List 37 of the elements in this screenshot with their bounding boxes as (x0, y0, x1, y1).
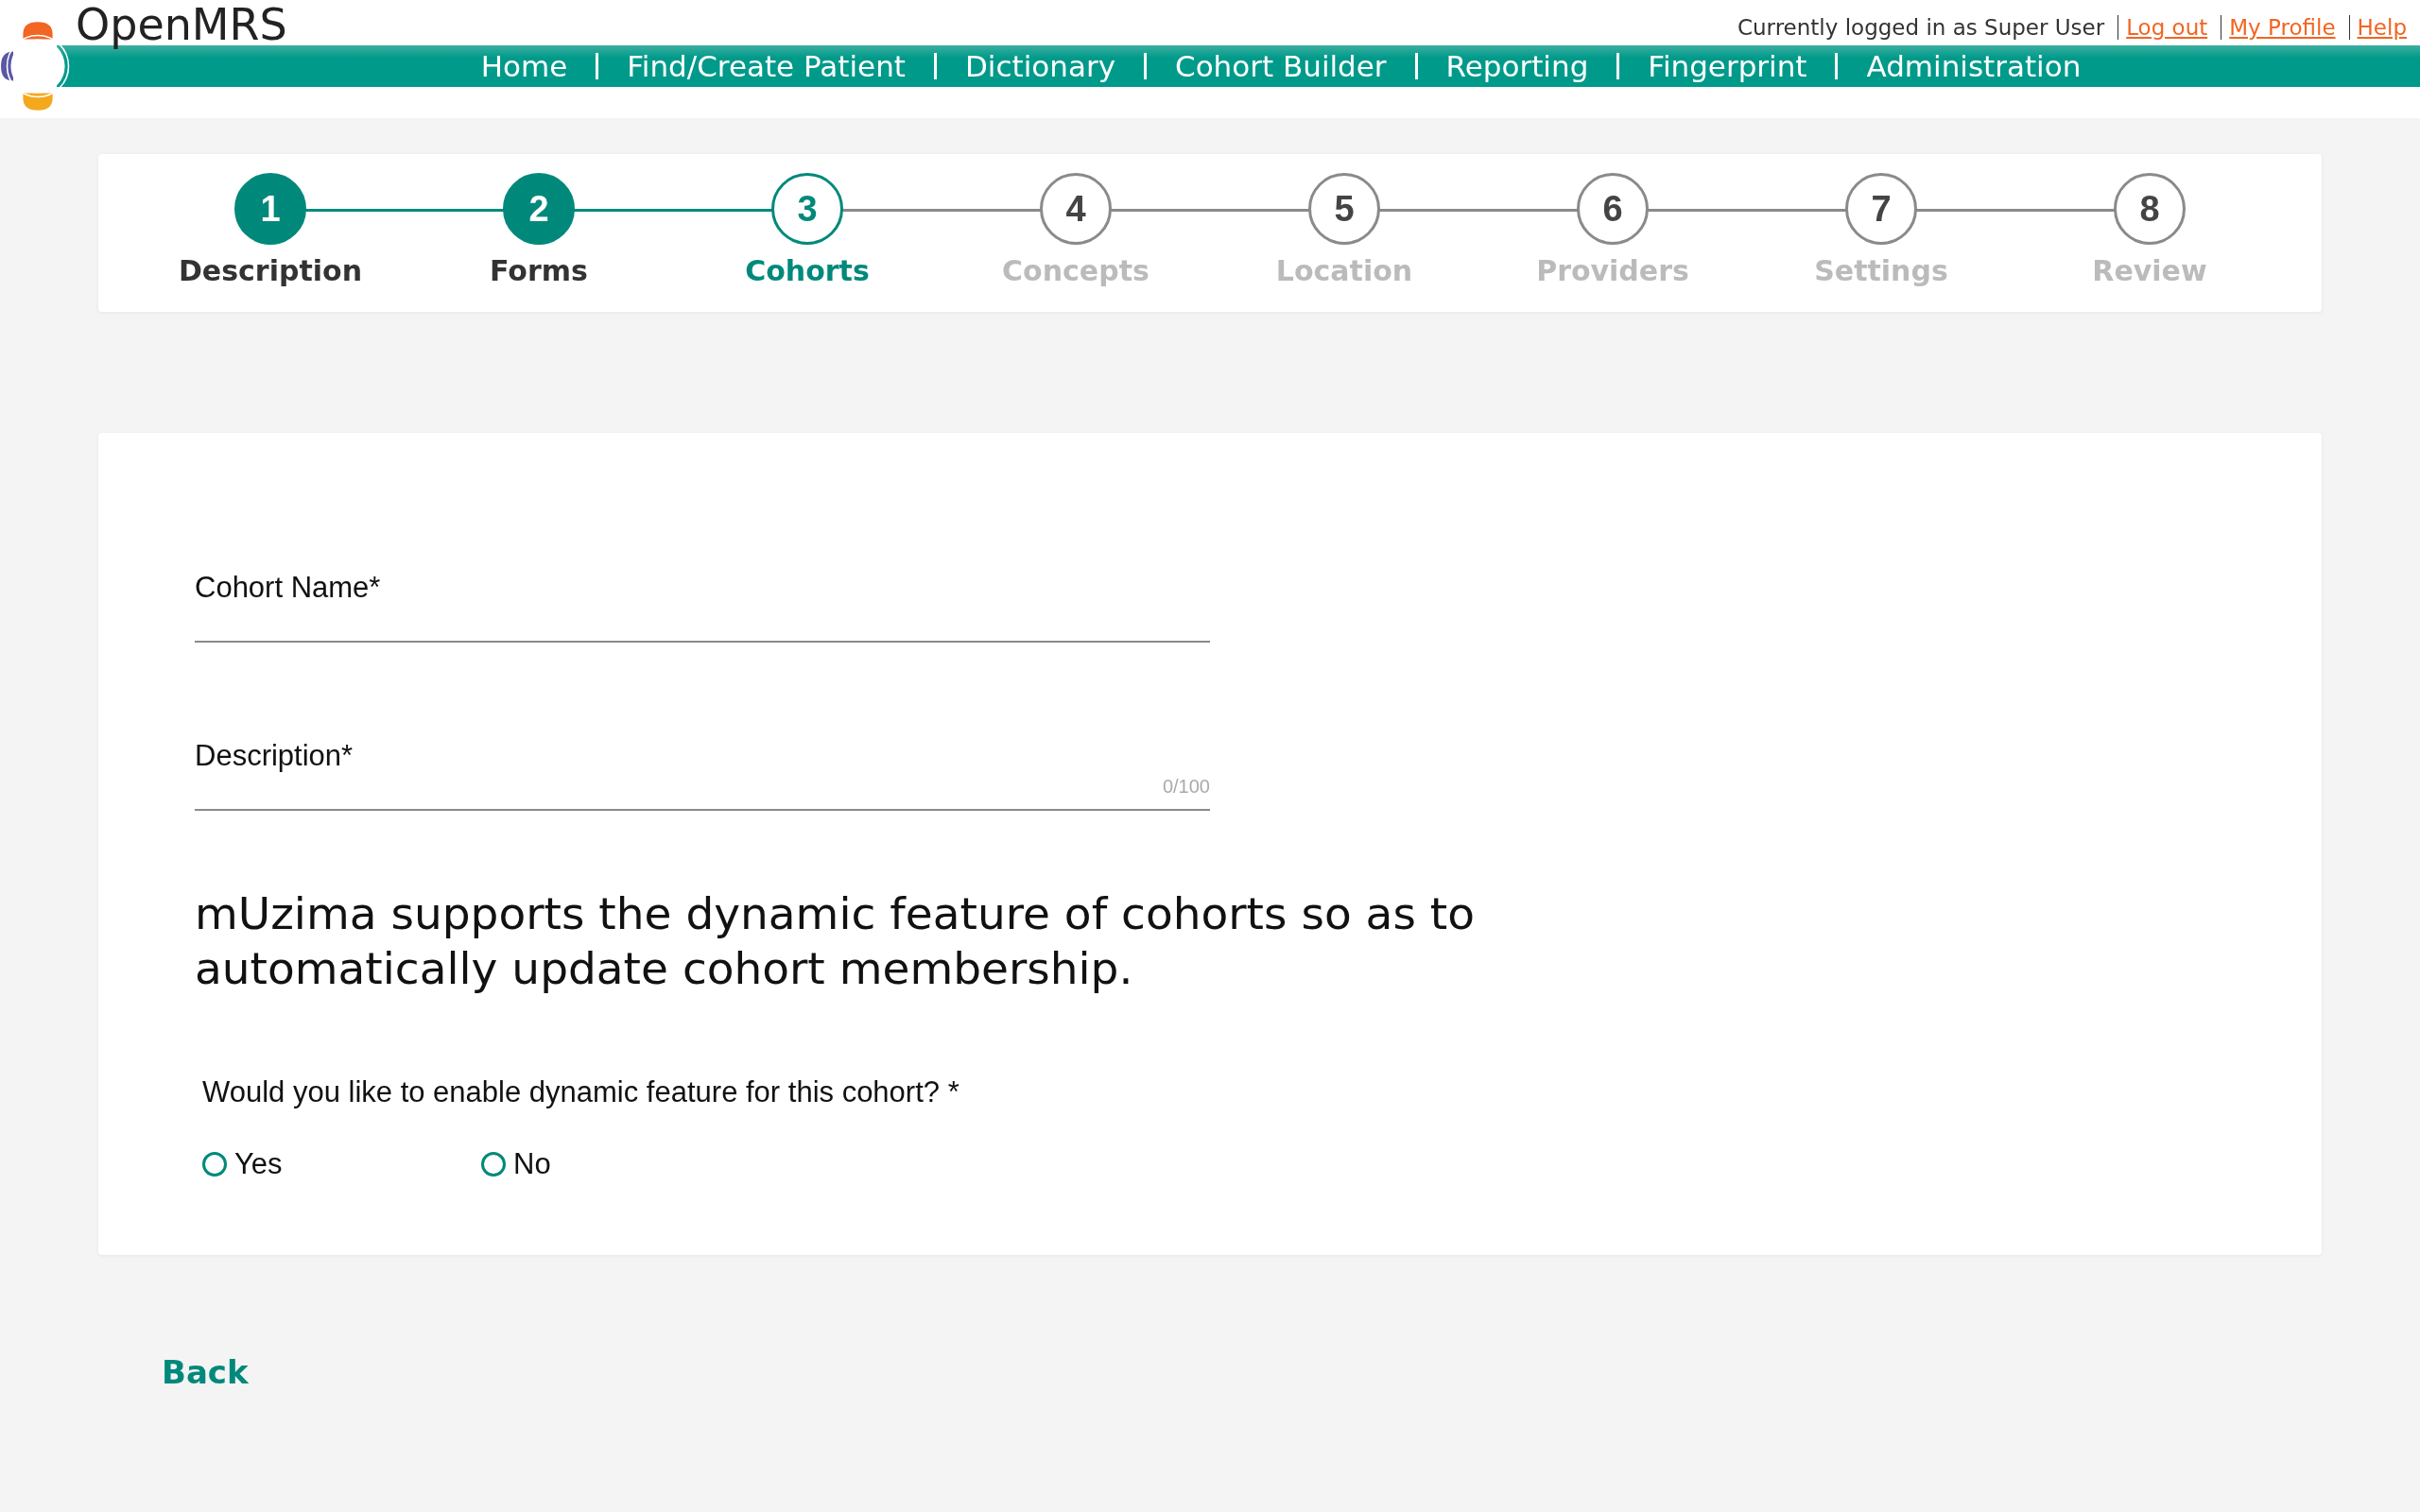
step-label: Forms (490, 254, 588, 287)
text-field[interactable]: Cohort Name* (195, 571, 1210, 643)
step-number[interactable]: 2 (503, 173, 575, 245)
step-number[interactable]: 8 (2114, 173, 2186, 245)
radio-icon[interactable] (481, 1152, 506, 1177)
nav-link[interactable]: Find/Create Patient (627, 49, 906, 83)
text-field[interactable]: Description* 0/100 (195, 739, 1210, 811)
header-link[interactable]: Log out (2126, 15, 2208, 40)
login-status: Currently logged in as Super User (1737, 15, 2105, 40)
nav-link[interactable]: Administration (1866, 49, 2082, 83)
step-label: Settings (1814, 254, 1948, 287)
nav-link[interactable]: Reporting (1445, 49, 1589, 83)
step-label: Location (1275, 254, 1413, 287)
radio-option[interactable]: No (481, 1147, 637, 1181)
radio-option[interactable]: Yes (202, 1147, 358, 1181)
step-label: Concepts (1002, 254, 1150, 287)
step-number[interactable]: 1 (234, 173, 306, 245)
step-number[interactable]: 7 (1845, 173, 1917, 245)
header-link[interactable]: My Profile (2229, 15, 2336, 40)
question-text: Would you like to enable dynamic feature for this cohort? * (202, 1075, 960, 1109)
step-number[interactable]: 6 (1577, 173, 1649, 245)
back-link[interactable]: Back (162, 1353, 249, 1391)
step-label: Description (178, 254, 362, 287)
step-label: Providers (1536, 254, 1689, 287)
info-text: mUzima supports the dynamic feature of cohorts so as to automatically update cohort membership. (195, 886, 1477, 996)
step-number[interactable]: 3 (771, 173, 843, 245)
step-label: Cohorts (745, 254, 870, 287)
step-number[interactable]: 5 (1308, 173, 1380, 245)
nav-link[interactable]: Cohort Builder (1175, 49, 1387, 83)
header-link[interactable]: Help (2357, 15, 2407, 40)
radio-icon[interactable] (202, 1152, 227, 1177)
nav-link[interactable]: Fingerprint (1648, 49, 1807, 83)
nav-link[interactable]: Dictionary (965, 49, 1115, 83)
nav-link[interactable]: Home (480, 49, 568, 83)
logo-text: OpenMRS (76, 2, 287, 47)
step-number[interactable]: 4 (1040, 173, 1112, 245)
step-label: Review (2092, 254, 2207, 287)
